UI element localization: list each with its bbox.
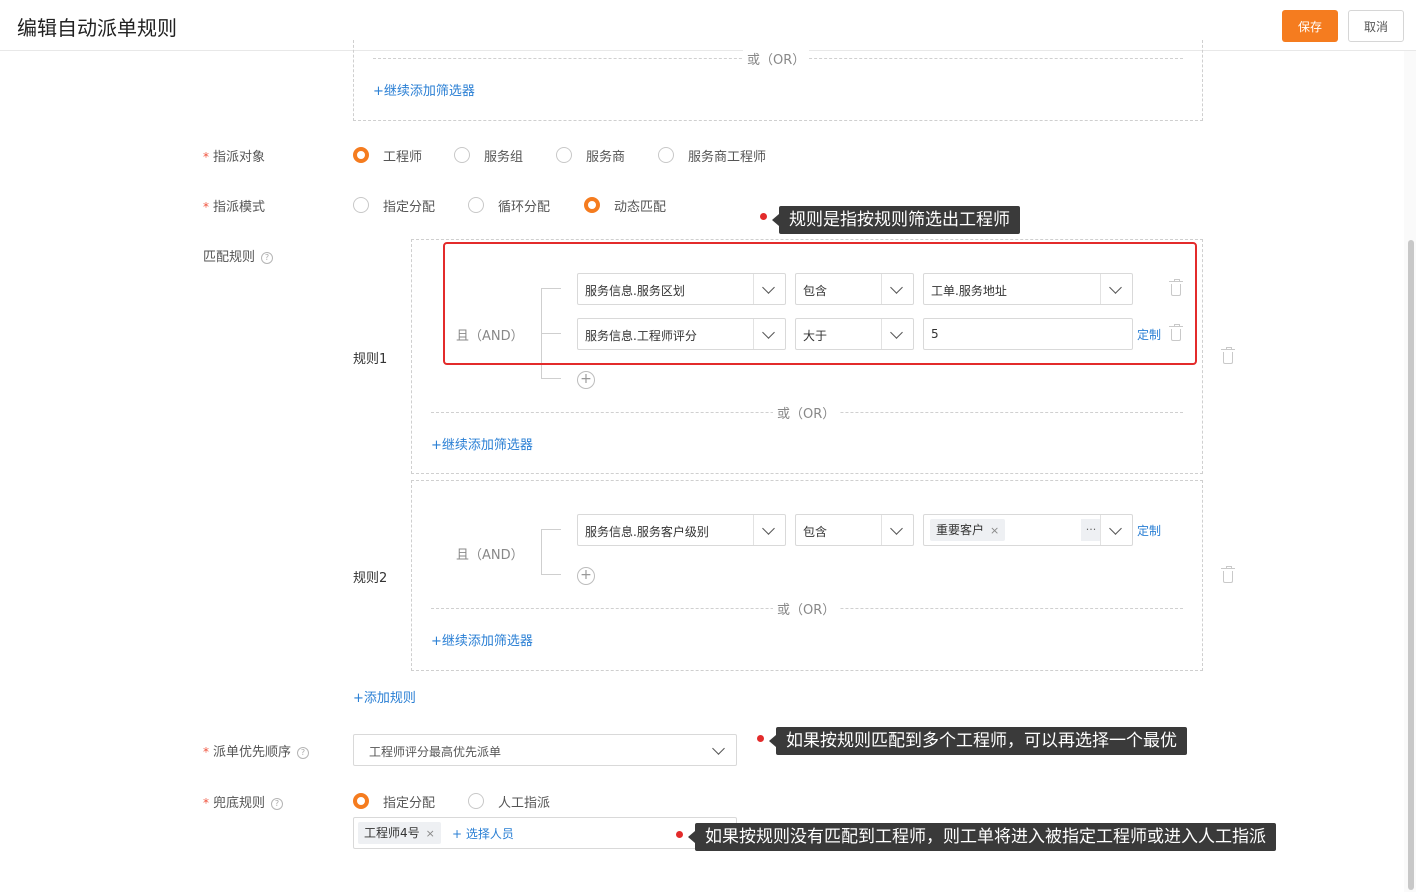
- callout-priority-explain: 如果按规则匹配到多个工程师，可以再选择一个最优: [776, 727, 1187, 755]
- rule-2-name: 规则2: [353, 571, 388, 586]
- close-icon[interactable]: ×: [990, 524, 999, 537]
- rule-2-cond-1-field[interactable]: 服务信息.服务客户级别: [577, 514, 786, 546]
- radio-fallback-manual-label[interactable]: 人工指派: [498, 792, 550, 811]
- callout-fallback-explain: 如果按规则没有匹配到工程师，则工单将进入被指定工程师或进入人工指派: [695, 823, 1276, 851]
- rule-2-bracket: [541, 529, 561, 575]
- question-icon[interactable]: ?: [297, 747, 310, 759]
- question-icon[interactable]: ?: [261, 252, 274, 264]
- add-filter-link[interactable]: +继续添加筛选器: [373, 80, 475, 99]
- scrollbar-thumb[interactable]: [1408, 240, 1414, 890]
- person-tag: 工程师4号 ×: [358, 822, 441, 844]
- match-rules-label: 匹配规则?: [203, 246, 274, 265]
- delete-rule-icon[interactable]: [1221, 566, 1235, 583]
- radio-service-group[interactable]: [454, 147, 470, 163]
- chevron-down-icon[interactable]: [881, 515, 913, 545]
- radio-engineer-label[interactable]: 工程师: [383, 146, 422, 165]
- radio-fixed-assign-label[interactable]: 指定分配: [383, 196, 435, 215]
- add-filter-link[interactable]: +继续添加筛选器: [431, 630, 533, 649]
- priority-label: * 派单优先顺序?: [203, 741, 310, 760]
- assign-mode-label: * 指派模式: [203, 200, 266, 215]
- more-icon[interactable]: ···: [1081, 519, 1101, 541]
- chevron-down-icon[interactable]: [753, 515, 785, 545]
- radio-engineer[interactable]: [353, 147, 369, 163]
- callout-dot: [676, 831, 683, 838]
- radio-provider-label[interactable]: 服务商: [586, 146, 625, 165]
- question-icon[interactable]: ?: [271, 798, 284, 810]
- radio-provider-engineer[interactable]: [658, 147, 674, 163]
- page-title: 编辑自动派单规则: [17, 16, 177, 40]
- save-button[interactable]: 保存: [1282, 10, 1338, 42]
- radio-fallback-fixed-label[interactable]: 指定分配: [383, 792, 435, 811]
- radio-dynamic-match[interactable]: [584, 197, 600, 213]
- or-label: 或（OR）: [773, 403, 840, 422]
- radio-round-robin[interactable]: [468, 197, 484, 213]
- rule-2-cond-1-value[interactable]: 重要客户 × ···: [923, 514, 1133, 546]
- select-people-link[interactable]: + 选择人员: [452, 825, 514, 842]
- rule-2-custom-link[interactable]: 定制: [1137, 522, 1161, 539]
- rule-2-and-label: 且（AND）: [456, 548, 524, 563]
- callout-arrow: [772, 214, 779, 226]
- add-filter-link[interactable]: +继续添加筛选器: [431, 434, 533, 453]
- priority-select[interactable]: 工程师评分最高优先派单: [353, 734, 737, 766]
- or-label: 或（OR）: [743, 49, 810, 68]
- or-label: 或（OR）: [773, 599, 840, 618]
- radio-fallback-fixed[interactable]: [353, 793, 369, 809]
- radio-dynamic-match-label[interactable]: 动态匹配: [614, 196, 666, 215]
- assign-target-label: * 指派对象: [203, 150, 266, 165]
- radio-service-group-label[interactable]: 服务组: [484, 146, 523, 165]
- add-condition-icon[interactable]: +: [577, 567, 595, 585]
- rule-1-name: 规则1: [353, 352, 388, 367]
- callout-rule-explain: 规则是指按规则筛选出工程师: [779, 206, 1020, 234]
- chevron-down-icon[interactable]: [704, 735, 736, 765]
- selected-tag: 重要客户 ×: [930, 519, 1006, 541]
- rule-2-cond-1-operator[interactable]: 包含: [795, 514, 914, 546]
- fallback-label: * 兜底规则?: [203, 792, 284, 811]
- close-icon[interactable]: ×: [426, 827, 435, 840]
- callout-dot: [760, 213, 767, 220]
- callout-arrow: [769, 735, 776, 747]
- add-condition-icon[interactable]: +: [577, 371, 595, 389]
- callout-arrow: [688, 831, 695, 843]
- radio-fallback-manual[interactable]: [468, 793, 484, 809]
- cancel-button[interactable]: 取消: [1348, 10, 1404, 42]
- radio-round-robin-label[interactable]: 循环分配: [498, 196, 550, 215]
- radio-provider[interactable]: [556, 147, 572, 163]
- highlight-frame: [443, 242, 1197, 365]
- radio-fixed-assign[interactable]: [353, 197, 369, 213]
- delete-rule-icon[interactable]: [1221, 347, 1235, 364]
- add-rule-link[interactable]: +添加规则: [353, 687, 416, 706]
- chevron-down-icon[interactable]: [1100, 515, 1132, 545]
- radio-provider-engineer-label[interactable]: 服务商工程师: [688, 146, 766, 165]
- callout-dot: [757, 735, 764, 742]
